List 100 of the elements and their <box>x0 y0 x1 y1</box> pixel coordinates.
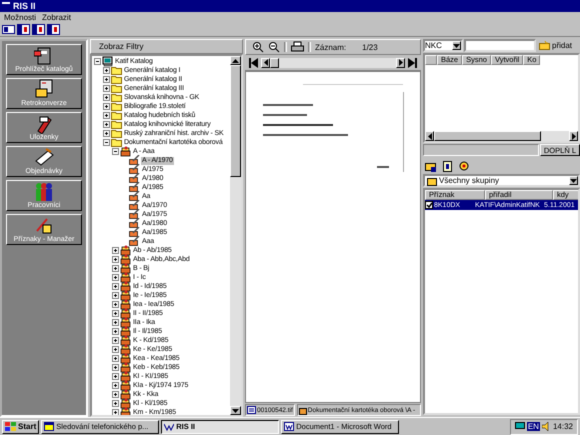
expander-icon[interactable] <box>103 67 110 74</box>
dropdown-arrow-icon[interactable] <box>569 176 578 185</box>
start-button[interactable]: Start <box>2 420 40 434</box>
expander-icon[interactable] <box>112 247 119 254</box>
last-record-icon[interactable] <box>408 58 417 68</box>
table-scrollbar[interactable] <box>425 131 578 141</box>
book-pen-icon <box>129 173 140 184</box>
expander-icon[interactable] <box>103 76 110 83</box>
document-icon[interactable] <box>442 160 453 172</box>
folder-icon <box>111 137 122 148</box>
folder-icon[interactable] <box>425 160 437 172</box>
expander-icon[interactable] <box>103 94 110 101</box>
zoom-out-icon[interactable] <box>268 41 280 53</box>
scroll-thumb[interactable] <box>434 131 541 141</box>
scrollbar[interactable] <box>230 56 241 415</box>
expander-icon[interactable] <box>112 355 119 362</box>
folder-icon <box>111 65 122 76</box>
book-stack-icon <box>120 299 131 310</box>
window-icon[interactable] <box>17 24 30 35</box>
group-dropdown[interactable]: Všechny skupiny <box>423 174 580 187</box>
book-pen-icon <box>129 209 140 220</box>
folder-icon <box>111 110 122 121</box>
folder-icon <box>111 83 122 94</box>
windows-logo-icon <box>5 422 16 432</box>
book-pen-icon <box>129 155 140 166</box>
right-arrow-icon <box>398 59 402 66</box>
window-icon[interactable] <box>47 24 60 35</box>
clock: 14:32 <box>552 422 573 431</box>
folder-icon <box>427 176 437 186</box>
network-icon[interactable] <box>514 422 525 431</box>
expander-icon[interactable] <box>112 364 119 371</box>
menu-item[interactable]: Zobrazit <box>42 13 71 22</box>
speaker-icon[interactable] <box>542 422 551 431</box>
scroll-left-button[interactable] <box>261 58 270 68</box>
expander-icon[interactable] <box>112 319 119 326</box>
book-stack-icon <box>120 272 131 283</box>
expander-icon[interactable] <box>112 409 119 415</box>
expander-icon[interactable] <box>103 103 110 110</box>
book-stack-icon <box>120 389 131 400</box>
book-pen-icon <box>129 164 140 175</box>
app-icon <box>34 147 54 168</box>
first-record-icon[interactable] <box>249 58 258 68</box>
expander-icon[interactable] <box>94 58 101 65</box>
panel-header[interactable]: Zobraz Filtry <box>99 42 144 51</box>
scroll-thumb[interactable] <box>270 58 279 68</box>
expander-icon[interactable] <box>112 256 119 263</box>
expander-icon[interactable] <box>112 292 119 299</box>
computer-icon <box>102 56 113 67</box>
expander-icon[interactable] <box>112 265 119 272</box>
expander-icon[interactable] <box>112 346 119 353</box>
scroll-up-button[interactable] <box>230 56 241 65</box>
checkbox[interactable] <box>425 201 433 209</box>
scroll-right-button[interactable] <box>396 58 405 68</box>
expander-icon[interactable] <box>103 130 110 137</box>
base-dropdown[interactable]: NKC <box>423 39 463 52</box>
expander-icon[interactable] <box>103 139 110 146</box>
book-stack-icon <box>120 362 131 373</box>
layout-icon[interactable] <box>2 24 15 35</box>
book-stack-icon <box>120 254 131 265</box>
expander-icon[interactable] <box>112 373 119 380</box>
expander-icon[interactable] <box>103 121 110 128</box>
expander-icon[interactable] <box>112 337 119 344</box>
folder-icon <box>111 101 122 112</box>
scroll-left-button[interactable] <box>425 131 434 141</box>
expander-icon[interactable] <box>112 310 119 317</box>
expander-icon[interactable] <box>103 85 110 92</box>
book-pen-icon <box>129 191 140 202</box>
gear-icon[interactable] <box>458 160 470 172</box>
document-icon <box>284 422 294 431</box>
scroll-down-button[interactable] <box>230 406 241 415</box>
window-icon[interactable] <box>32 24 45 35</box>
record-label: Záznam: <box>315 42 346 52</box>
window-icon <box>44 422 54 431</box>
dropdown-arrow-icon[interactable] <box>452 41 461 50</box>
expander-icon[interactable] <box>112 382 119 389</box>
zoom-in-icon[interactable] <box>252 41 264 53</box>
print-icon[interactable] <box>291 41 304 53</box>
document-icon <box>247 406 256 414</box>
menu-item[interactable]: Možnosti <box>4 13 36 22</box>
language-indicator[interactable]: EN <box>526 422 540 431</box>
search-field[interactable] <box>464 39 536 52</box>
book-pen-icon <box>129 236 140 247</box>
book-pen-icon <box>129 182 140 193</box>
expander-icon[interactable] <box>112 148 119 155</box>
expander-icon[interactable] <box>112 400 119 407</box>
expander-icon[interactable] <box>112 301 119 308</box>
window-title: RIS II <box>13 1 36 11</box>
scroll-right-button[interactable] <box>569 131 578 141</box>
expander-icon[interactable] <box>112 274 119 281</box>
book-stack-icon <box>120 380 131 391</box>
expander-icon[interactable] <box>112 283 119 290</box>
folder-icon <box>111 119 122 130</box>
logo-icon <box>164 422 174 431</box>
folder-icon <box>111 74 122 85</box>
record-scrollbar[interactable] <box>261 58 405 68</box>
expander-icon[interactable] <box>103 112 110 119</box>
expander-icon[interactable] <box>112 391 119 398</box>
book-stack-icon <box>120 290 131 301</box>
scroll-thumb[interactable] <box>230 65 241 177</box>
expander-icon[interactable] <box>112 328 119 335</box>
